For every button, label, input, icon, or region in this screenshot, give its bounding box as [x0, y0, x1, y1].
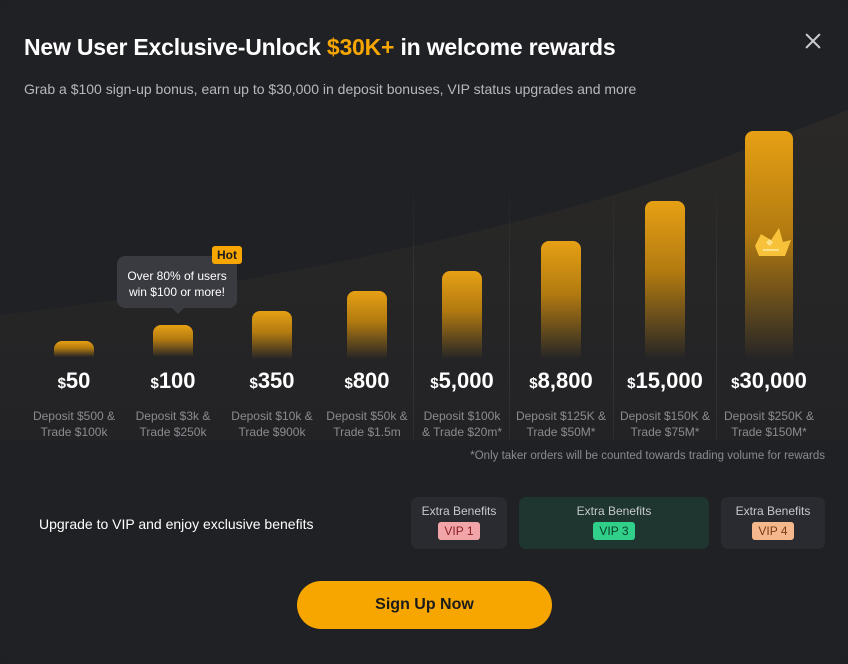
reward-bar — [645, 201, 685, 359]
reward-amount: $100 — [121, 368, 225, 394]
tier-requirement: Deposit $100k & Trade $20m* — [421, 409, 503, 439]
reward-amount: $30,000 — [717, 368, 821, 394]
tier-requirement: Deposit $250K & Trade $150M* — [723, 409, 815, 439]
sign-up-button[interactable]: Sign Up Now — [297, 581, 552, 629]
reward-tier: $8,800 Deposit $125K & Trade $50M* — [509, 110, 613, 440]
reward-tier: $50 Deposit $500 & Trade $100k — [22, 110, 126, 440]
reward-bar — [442, 271, 482, 359]
reward-tier: $15,000 Deposit $150K & Trade $75M* — [613, 110, 717, 440]
modal-title: New User Exclusive-Unlock $30K+ in welco… — [24, 34, 616, 61]
amount-value: 50 — [65, 368, 91, 393]
currency-symbol: $ — [344, 375, 353, 392]
tier-requirement: Deposit $500 & Trade $100k — [32, 409, 116, 439]
reward-bar — [541, 241, 581, 359]
vip4-benefits-card[interactable]: Extra Benefits VIP 4 — [721, 497, 825, 549]
tier-requirement: Deposit $50k & Trade $1.5m — [326, 409, 408, 439]
amount-value: 8,800 — [537, 368, 593, 393]
reward-amount: $350 — [220, 368, 324, 394]
amount-value: 350 — [257, 368, 295, 393]
welcome-rewards-modal: New User Exclusive-Unlock $30K+ in welco… — [0, 0, 848, 664]
reward-tier: $800 Deposit $50k & Trade $1.5m — [315, 110, 419, 440]
vip3-badge: VIP 3 — [593, 522, 635, 540]
vip3-caption: Extra Benefits — [576, 504, 652, 518]
close-icon[interactable] — [800, 28, 826, 54]
reward-amount: $15,000 — [613, 368, 717, 394]
reward-bar — [153, 325, 193, 357]
tier-requirement: Deposit $3k & Trade $250k — [135, 409, 211, 439]
vip4-badge: VIP 4 — [752, 522, 794, 540]
amount-value: 30,000 — [739, 368, 807, 393]
currency-symbol: $ — [731, 375, 740, 392]
currency-symbol: $ — [627, 375, 636, 392]
vip1-caption: Extra Benefits — [421, 504, 497, 518]
reward-bar — [252, 311, 292, 359]
currency-symbol: $ — [150, 375, 159, 392]
vip3-benefits-card[interactable]: Extra Benefits VIP 3 — [519, 497, 709, 549]
reward-amount: $800 — [315, 368, 419, 394]
tier-requirement: Deposit $10k & Trade $900k — [231, 409, 313, 439]
tooltip-line-2: win $100 or more! — [128, 285, 226, 299]
modal-subtitle: Grab a $100 sign-up bonus, earn up to $3… — [24, 81, 637, 97]
title-prefix: New User Exclusive-Unlock — [24, 34, 327, 60]
vip1-benefits-card[interactable]: Extra Benefits VIP 1 — [411, 497, 507, 549]
tier-requirement: Deposit $125K & Trade $50M* — [515, 409, 607, 439]
reward-amount: $8,800 — [509, 368, 613, 394]
reward-amount: $5,000 — [410, 368, 514, 394]
reward-bar — [347, 291, 387, 359]
vip4-caption: Extra Benefits — [735, 504, 811, 518]
reward-bar — [54, 341, 94, 357]
title-suffix: in welcome rewards — [394, 34, 616, 60]
tier-requirement: Deposit $150K & Trade $75M* — [619, 409, 711, 439]
amount-value: 800 — [352, 368, 390, 393]
amount-value: 5,000 — [438, 368, 494, 393]
reward-tier: $30,000 Deposit $250K & Trade $150M* — [717, 110, 821, 440]
crown-icon — [755, 228, 791, 256]
title-accent-amount: $30K+ — [326, 34, 395, 60]
currency-symbol: $ — [57, 375, 66, 392]
hot-badge: Hot — [212, 246, 242, 264]
currency-symbol: $ — [430, 375, 439, 392]
amount-value: 15,000 — [635, 368, 703, 393]
vip1-badge: VIP 1 — [438, 522, 480, 540]
reward-tier: $5,000 Deposit $100k & Trade $20m* — [410, 110, 514, 440]
tooltip-line-1: Over 80% of users — [127, 269, 227, 283]
footnote: *Only taker orders will be counted towar… — [470, 450, 825, 462]
reward-amount: $50 — [22, 368, 126, 394]
vip-upgrade-label: Upgrade to VIP and enjoy exclusive benef… — [39, 516, 314, 532]
currency-symbol: $ — [529, 375, 538, 392]
currency-symbol: $ — [249, 375, 258, 392]
amount-value: 100 — [158, 368, 196, 393]
